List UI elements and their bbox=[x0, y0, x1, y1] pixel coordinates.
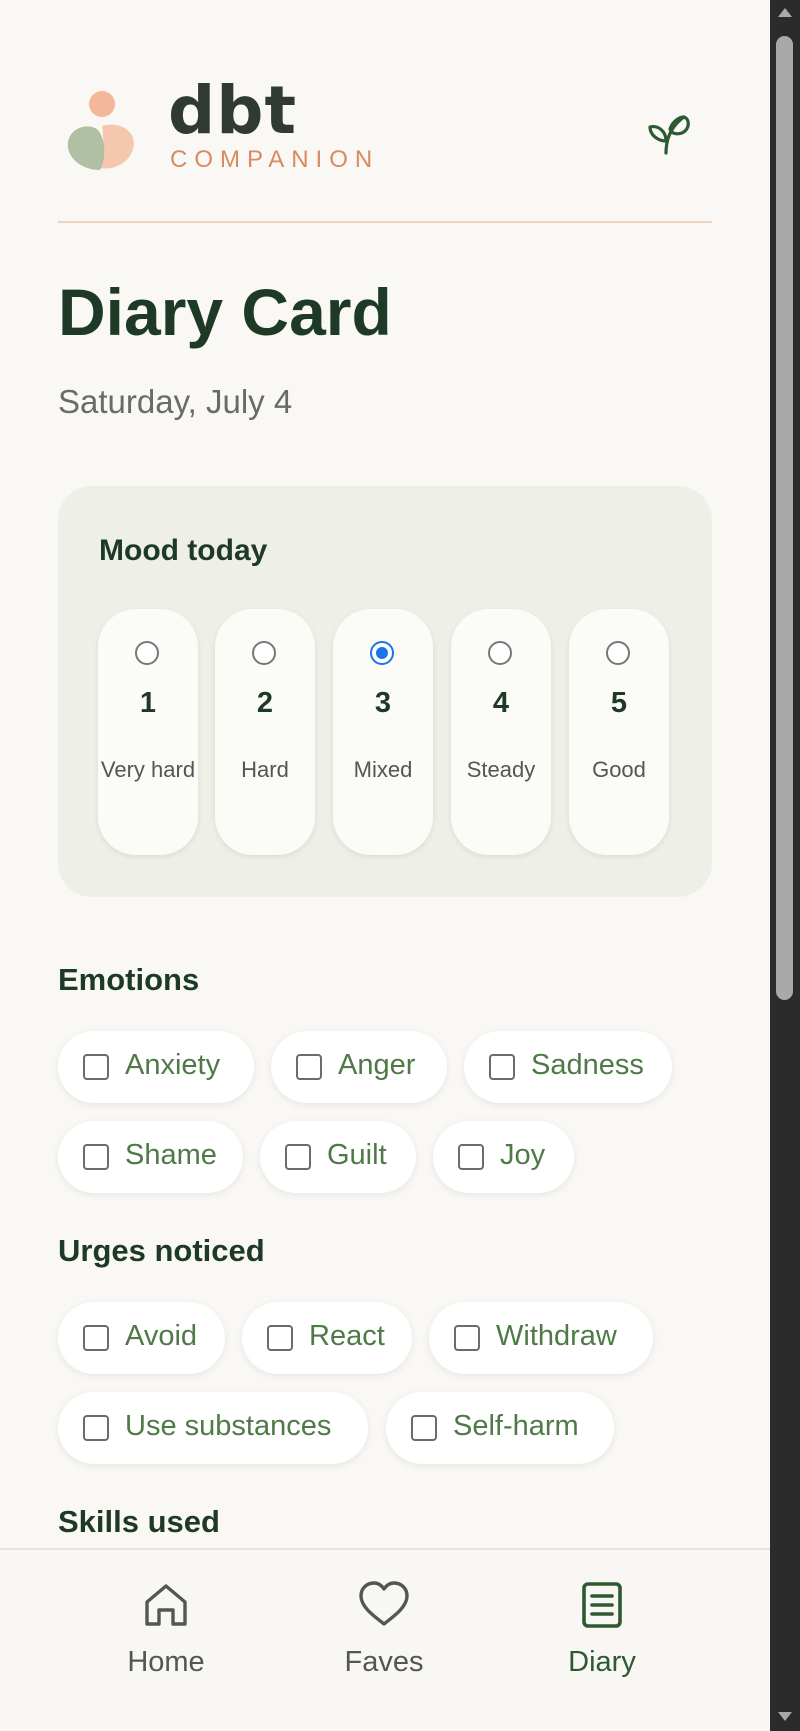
app-screen: dbt COMPANION Diary Card Saturday, July … bbox=[0, 0, 770, 1731]
mood-option-4[interactable]: 4 Steady bbox=[451, 609, 551, 855]
checkbox[interactable] bbox=[411, 1415, 437, 1441]
bottom-nav: Home Faves Diary bbox=[0, 1548, 770, 1731]
chip-label: React bbox=[309, 1320, 385, 1352]
mood-radio-selected[interactable] bbox=[370, 641, 394, 665]
logo-icon bbox=[67, 91, 134, 170]
checkbox[interactable] bbox=[83, 1054, 109, 1080]
checkbox[interactable] bbox=[267, 1325, 293, 1351]
nav-diary[interactable]: Diary bbox=[532, 1578, 672, 1698]
checkbox[interactable] bbox=[296, 1054, 322, 1080]
checkbox[interactable] bbox=[83, 1415, 109, 1441]
home-icon bbox=[145, 1584, 187, 1626]
mood-option-3[interactable]: 3 Mixed bbox=[333, 609, 433, 855]
mood-title: Mood today bbox=[99, 534, 268, 567]
nav-faves[interactable]: Faves bbox=[314, 1578, 454, 1698]
chip-label: Avoid bbox=[125, 1320, 198, 1352]
chip-shame[interactable]: Shame bbox=[58, 1121, 243, 1193]
sprout-button[interactable] bbox=[638, 104, 690, 156]
mood-option-2[interactable]: 2 Hard bbox=[215, 609, 315, 855]
nav-label: Faves bbox=[344, 1646, 424, 1678]
nav-label: Diary bbox=[568, 1646, 636, 1678]
nav-home[interactable]: Home bbox=[96, 1578, 236, 1698]
chip-label: Use substances bbox=[125, 1410, 332, 1442]
mood-label: Hard bbox=[241, 757, 289, 782]
chip-label: Withdraw bbox=[496, 1320, 617, 1352]
checkbox[interactable] bbox=[83, 1144, 109, 1170]
mood-number: 4 bbox=[492, 687, 510, 719]
urges-heading: Urges noticed bbox=[58, 1233, 265, 1268]
nav-label: Home bbox=[127, 1646, 205, 1678]
scroll-up-arrow-icon[interactable] bbox=[778, 8, 792, 17]
chip-avoid[interactable]: Avoid bbox=[58, 1302, 225, 1374]
checkbox[interactable] bbox=[285, 1144, 311, 1170]
chip-label: Shame bbox=[125, 1139, 217, 1171]
mood-card: Mood today 1 Very hard 2 Hard 3 Mixed 4 … bbox=[58, 486, 712, 897]
mood-number: 3 bbox=[374, 687, 392, 719]
chip-use-substances[interactable]: Use substances bbox=[58, 1392, 368, 1464]
chip-label: Sadness bbox=[531, 1049, 644, 1081]
header-divider bbox=[58, 221, 712, 223]
sprout-icon bbox=[648, 115, 690, 155]
chip-self-harm[interactable]: Self-harm bbox=[386, 1392, 614, 1464]
mood-label: Steady bbox=[466, 757, 536, 782]
mood-label: Very hard bbox=[100, 757, 196, 782]
scroll-down-arrow-icon[interactable] bbox=[778, 1712, 792, 1721]
chip-guilt[interactable]: Guilt bbox=[260, 1121, 416, 1193]
mood-radio[interactable] bbox=[606, 641, 630, 665]
chip-label: Guilt bbox=[327, 1139, 387, 1171]
chip-react[interactable]: React bbox=[242, 1302, 412, 1374]
mood-radio[interactable] bbox=[135, 641, 159, 665]
chip-anger[interactable]: Anger bbox=[271, 1031, 447, 1103]
mood-number: 1 bbox=[139, 687, 157, 719]
mood-radio[interactable] bbox=[252, 641, 276, 665]
checkbox[interactable] bbox=[454, 1325, 480, 1351]
brand-subtitle: COMPANION bbox=[170, 146, 380, 173]
chip-label: Joy bbox=[500, 1139, 546, 1171]
scrollbar[interactable] bbox=[770, 0, 800, 1731]
heart-icon bbox=[359, 1581, 409, 1626]
chip-sadness[interactable]: Sadness bbox=[464, 1031, 672, 1103]
mood-number: 5 bbox=[610, 687, 628, 719]
mood-label: Good bbox=[592, 757, 646, 782]
chip-label: Self-harm bbox=[453, 1410, 579, 1442]
mood-option-1[interactable]: 1 Very hard bbox=[98, 609, 198, 855]
mood-radio[interactable] bbox=[488, 641, 512, 665]
mood-option-5[interactable]: 5 Good bbox=[569, 609, 669, 855]
emotions-heading: Emotions bbox=[58, 962, 200, 997]
skills-heading: Skills used bbox=[58, 1504, 220, 1539]
brand-name: dbt bbox=[168, 72, 298, 149]
chip-anxiety[interactable]: Anxiety bbox=[58, 1031, 254, 1103]
chip-label: Anger bbox=[338, 1049, 416, 1081]
mood-number: 2 bbox=[256, 687, 274, 719]
page-date: Saturday, July 4 bbox=[58, 383, 293, 420]
app-header: dbt COMPANION bbox=[58, 72, 712, 220]
checkbox[interactable] bbox=[458, 1144, 484, 1170]
chip-label: Anxiety bbox=[125, 1049, 221, 1081]
chip-joy[interactable]: Joy bbox=[433, 1121, 574, 1193]
checkbox[interactable] bbox=[83, 1325, 109, 1351]
diary-icon bbox=[582, 1582, 622, 1628]
page-title: Diary Card bbox=[58, 275, 392, 349]
chip-withdraw[interactable]: Withdraw bbox=[429, 1302, 653, 1374]
mood-label: Mixed bbox=[353, 757, 413, 782]
checkbox[interactable] bbox=[489, 1054, 515, 1080]
scroll-thumb[interactable] bbox=[776, 36, 793, 1000]
